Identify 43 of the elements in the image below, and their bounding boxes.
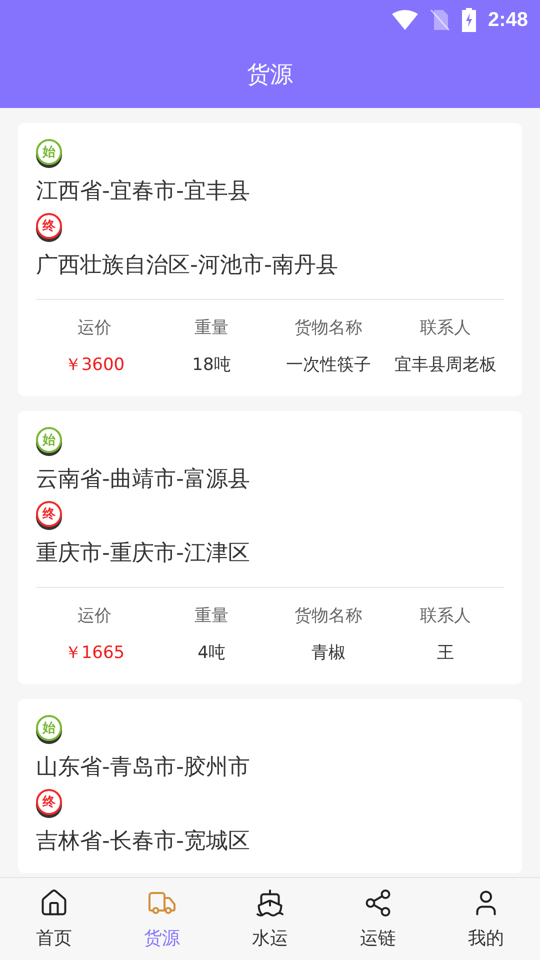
nav-tab[interactable]: 首页 [0, 878, 108, 960]
no-sim-icon [430, 9, 450, 31]
wifi-icon [392, 10, 418, 30]
field-label: 联系人 [419, 317, 472, 339]
field-value: 一次性筷子 [285, 354, 372, 376]
nav-tab[interactable]: 水运 [216, 878, 324, 960]
start-pin-icon: 始 [36, 139, 62, 165]
field-label: 联系人 [419, 605, 472, 627]
field-value: 18吨 [191, 354, 232, 376]
origin-address: 山东省-青岛市-胶州市 [36, 754, 251, 782]
field-label: 运价 [76, 605, 112, 627]
page-title: 货源 [247, 60, 293, 90]
field-value: 青椒 [310, 642, 346, 664]
field-label: 重量 [194, 317, 230, 339]
ship-icon [255, 888, 285, 918]
destination-address: 吉林省-长春市-宽城区 [36, 828, 251, 856]
end-pin-icon: 终 [36, 213, 62, 239]
cargo-card[interactable]: 始 江西省-宜春市-宜丰县 终 广西壮族自治区-河池市-南丹县 运价 重量 货物名称 联系人 ￥3600 18吨 一次性筷子 宜丰县周老板 [18, 123, 522, 396]
start-pin-icon: 始 [36, 715, 62, 741]
destination-address: 广西壮族自治区-河池市-南丹县 [36, 252, 339, 280]
end-pin-icon: 终 [36, 789, 62, 815]
field-value: 4吨 [196, 642, 226, 664]
field-value: 宜丰县周老板 [394, 354, 498, 376]
field-value: 王 [436, 642, 455, 664]
cargo-card[interactable]: 始 山东省-青岛市-胶州市 终 吉林省-长春市-宽城区 [18, 699, 522, 873]
battery-charging-icon [462, 8, 476, 32]
origin-address: 江西省-宜春市-宜丰县 [36, 178, 251, 206]
field-label: 重量 [194, 605, 230, 627]
cargo-card[interactable]: 始 云南省-曲靖市-富源县 终 重庆市-重庆市-江津区 运价 重量 货物名称 联系人 ￥1665 4吨 青椒 王 [18, 411, 522, 684]
price-value: ￥3600 [63, 354, 126, 376]
destination-address: 重庆市-重庆市-江津区 [36, 540, 251, 568]
status-time: 2:48 [488, 8, 528, 32]
origin-address: 云南省-曲靖市-富源县 [36, 466, 251, 494]
share-icon [363, 888, 393, 918]
field-label: 货物名称 [294, 605, 364, 627]
nav-tab[interactable]: 运链 [324, 878, 432, 960]
start-pin-icon: 始 [36, 427, 62, 453]
field-label: 运价 [76, 317, 112, 339]
home-icon [39, 888, 69, 918]
nav-tab[interactable]: 我的 [432, 878, 540, 960]
price-value: ￥1665 [63, 642, 126, 664]
field-label: 货物名称 [294, 317, 364, 339]
end-pin-icon: 终 [36, 501, 62, 527]
